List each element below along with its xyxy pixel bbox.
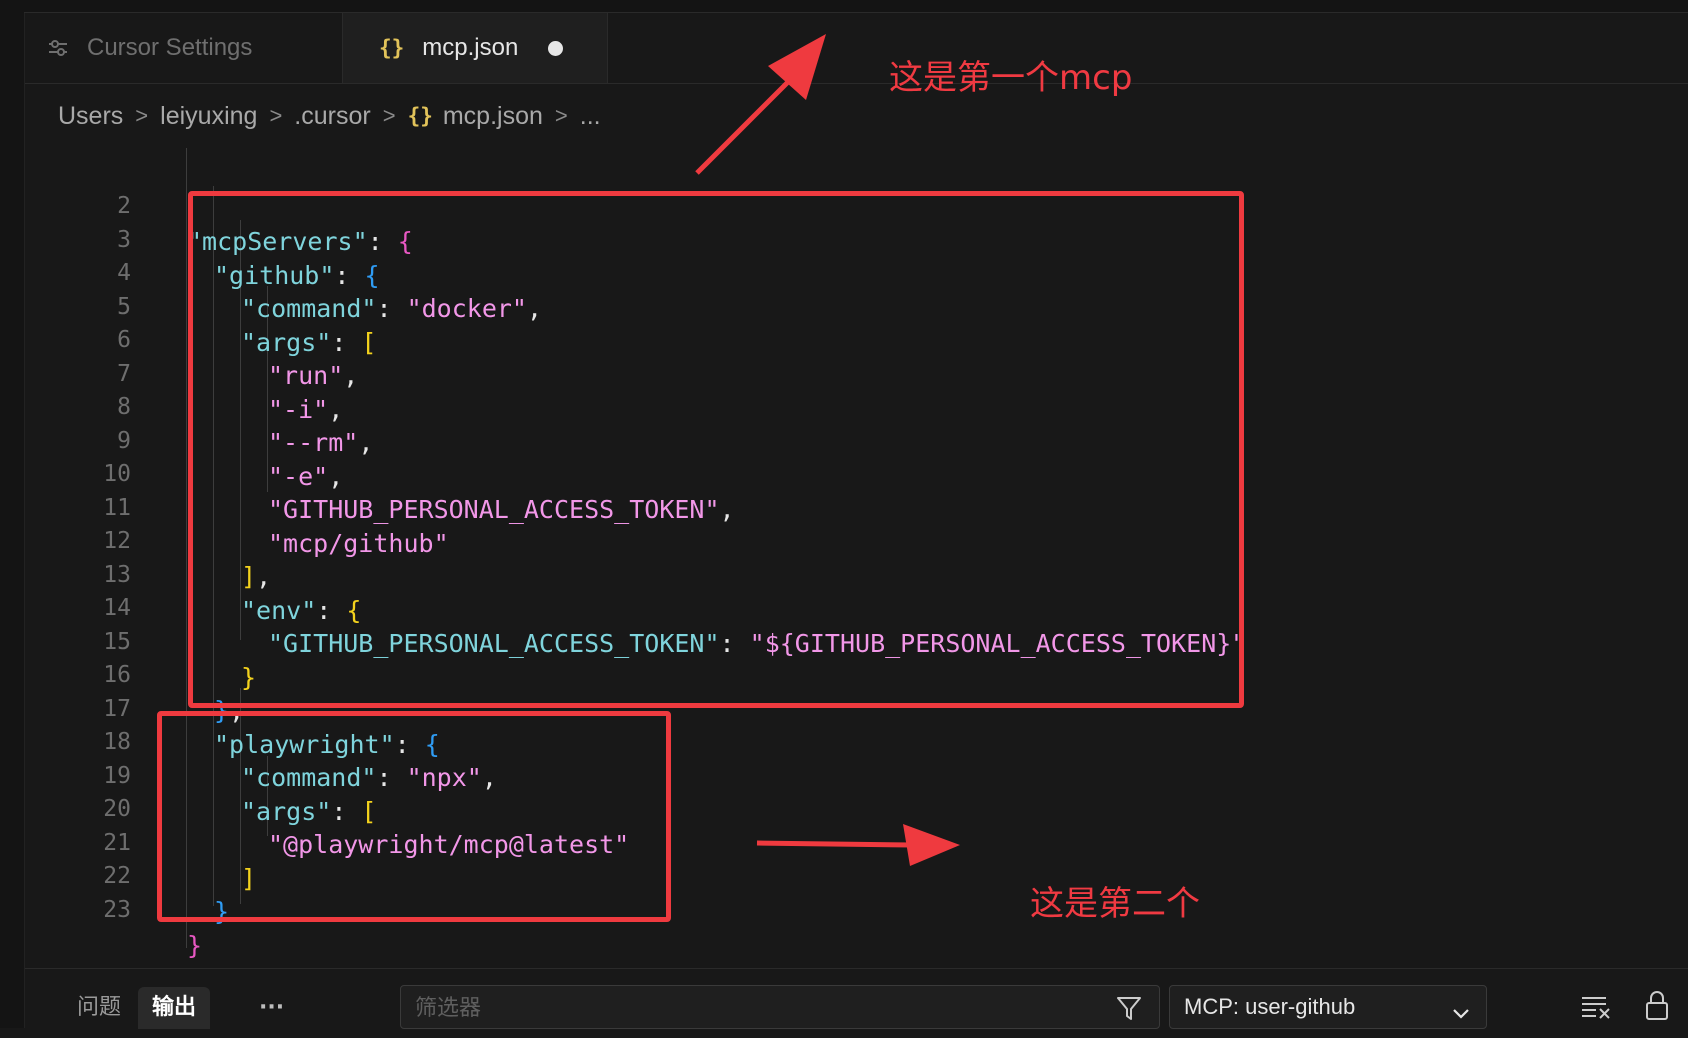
tab-output[interactable]: 输出 xyxy=(138,987,211,1029)
chevron-down-icon xyxy=(1450,996,1472,1038)
arrow-right-icon xyxy=(756,824,960,866)
annotation-label-first: 这是第一个mcp xyxy=(889,58,1133,98)
lock-icon[interactable] xyxy=(1643,989,1671,1026)
filter-input[interactable] xyxy=(413,992,1077,1024)
annotation-label-second: 这是第二个 xyxy=(1030,884,1200,924)
selected-channel: MCP: user-github xyxy=(1184,994,1356,1019)
annotation-arrows xyxy=(695,34,960,866)
output-channel-select[interactable]: MCP: user-github xyxy=(1169,985,1487,1029)
output-filter xyxy=(400,985,1160,1029)
clear-output-icon[interactable] xyxy=(1580,993,1612,1026)
more-tabs-button[interactable]: ··· xyxy=(245,987,298,1029)
bottom-panel: 问题 输出 ··· MCP: user-github xyxy=(25,968,1688,1029)
filter-icon[interactable] xyxy=(1115,994,1143,1027)
tab-problems[interactable]: 问题 xyxy=(63,987,135,1029)
arrow-up-right-icon xyxy=(695,34,826,175)
